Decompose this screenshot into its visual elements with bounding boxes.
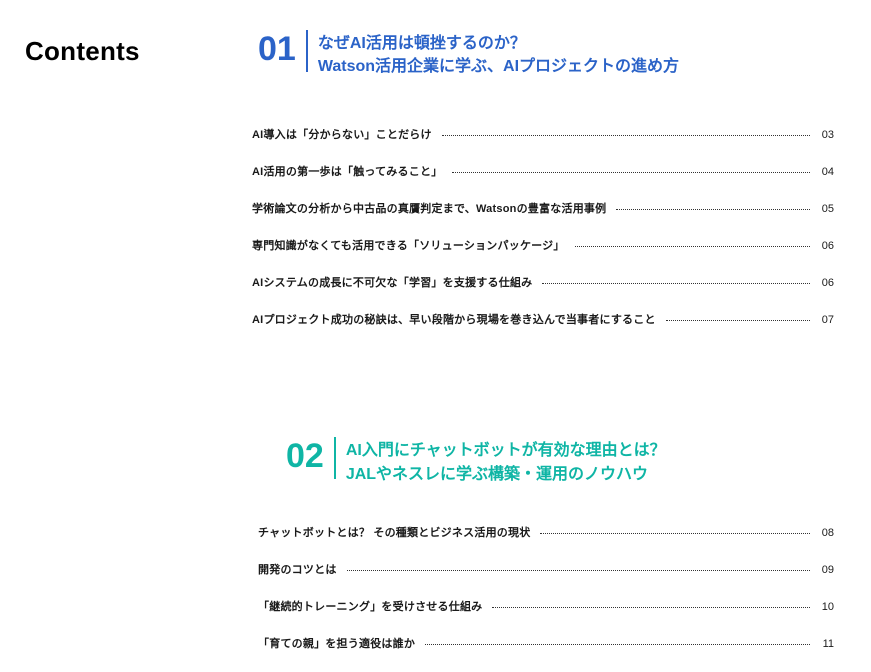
toc-page-number: 11	[820, 638, 836, 650]
toc-row: AI導入は「分からない」ことだらけ 03	[252, 126, 836, 142]
toc-row: 開発のコツとは 09	[258, 561, 836, 577]
toc-row: AI活用の第一歩は「触ってみること」 04	[252, 163, 836, 179]
toc-page-number: 09	[820, 564, 836, 576]
toc-entry-title: 「継続的トレーニング」を受けさせる仕組み	[258, 598, 482, 614]
toc-entry-title: AIプロジェクト成功の秘訣は、早い段階から現場を巻き込んで当事者にすること	[252, 311, 656, 327]
toc-entry-title: AI導入は「分からない」ことだらけ	[252, 126, 432, 142]
toc-page-number: 05	[820, 203, 836, 215]
section-title-line: なぜAI活用は頓挫するのか？	[318, 32, 679, 55]
toc-page-number: 07	[820, 314, 836, 326]
section-title-line: Watson活用企業に学ぶ、AIプロジェクトの進め方	[318, 55, 679, 78]
toc-items: チャットボットとは？ その種類とビジネス活用の現状 08 開発のコツとは 09 「継続的…	[258, 524, 836, 651]
toc-row: 「継続的トレーニング」を受けさせる仕組み 10	[258, 598, 836, 614]
toc-row: AIプロジェクト成功の秘訣は、早い段階から現場を巻き込んで当事者にすること 07	[252, 311, 836, 327]
section-head: 02AI入門にチャットボットが有効な理由とは？JALやネスレに学ぶ構築・運用のノ…	[286, 437, 836, 485]
toc-entry-title: チャットボットとは？ その種類とビジネス活用の現状	[258, 524, 530, 540]
toc-entry-title: 開発のコツとは	[258, 561, 337, 577]
leader-dots	[442, 135, 810, 136]
leader-dots	[542, 283, 810, 284]
toc-page-number: 06	[820, 240, 836, 252]
toc-page-number: 08	[820, 527, 836, 539]
section-number: 02	[286, 437, 336, 479]
toc-entry-title: 専門知識がなくても活用できる「ソリューションパッケージ」	[252, 237, 565, 253]
leader-dots	[666, 320, 810, 321]
leader-dots	[492, 607, 810, 608]
toc-row: 「育ての親」を担う適役は誰か 11	[258, 635, 836, 651]
section-title: なぜAI活用は頓挫するのか？Watson活用企業に学ぶ、AIプロジェクトの進め方	[318, 30, 679, 78]
toc-row: 専門知識がなくても活用できる「ソリューションパッケージ」 06	[252, 237, 836, 253]
toc-page-number: 04	[820, 166, 836, 178]
leader-dots	[425, 644, 810, 645]
leader-dots	[452, 172, 810, 173]
toc-section: 02AI入門にチャットボットが有効な理由とは？JALやネスレに学ぶ構築・運用のノ…	[258, 437, 836, 650]
toc-row: AIシステムの成長に不可欠な「学習」を支援する仕組み 06	[252, 274, 836, 290]
toc-entry-title: AIシステムの成長に不可欠な「学習」を支援する仕組み	[252, 274, 532, 290]
toc-entry-title: AI活用の第一歩は「触ってみること」	[252, 163, 442, 179]
toc-page-number: 03	[820, 129, 836, 141]
toc-row: チャットボットとは？ その種類とビジネス活用の現状 08	[258, 524, 836, 540]
section-title-line: JALやネスレに学ぶ構築・運用のノウハウ	[346, 463, 666, 486]
toc-page-number: 10	[820, 601, 836, 613]
page-title: Contents	[25, 30, 250, 651]
section-number: 01	[258, 30, 308, 72]
toc-entry-title: 学術論文の分析から中古品の真贋判定まで、Watsonの豊富な活用事例	[252, 200, 606, 216]
toc-items: AI導入は「分からない」ことだらけ 03 AI活用の第一歩は「触ってみること」 04 学…	[252, 126, 836, 327]
toc-entry-title: 「育ての親」を担う適役は誰か	[258, 635, 415, 651]
toc-section: 01なぜAI活用は頓挫するのか？Watson活用企業に学ぶ、AIプロジェクトの進…	[258, 30, 836, 327]
section-title: AI入門にチャットボットが有効な理由とは？JALやネスレに学ぶ構築・運用のノウハ…	[346, 437, 666, 485]
leader-dots	[347, 570, 810, 571]
leader-dots	[540, 533, 810, 534]
toc-page-number: 06	[820, 277, 836, 289]
leader-dots	[575, 246, 810, 247]
section-head: 01なぜAI活用は頓挫するのか？Watson活用企業に学ぶ、AIプロジェクトの進…	[258, 30, 836, 78]
section-title-line: AI入門にチャットボットが有効な理由とは？	[346, 439, 666, 462]
toc-row: 学術論文の分析から中古品の真贋判定まで、Watsonの豊富な活用事例 05	[252, 200, 836, 216]
leader-dots	[616, 209, 810, 210]
